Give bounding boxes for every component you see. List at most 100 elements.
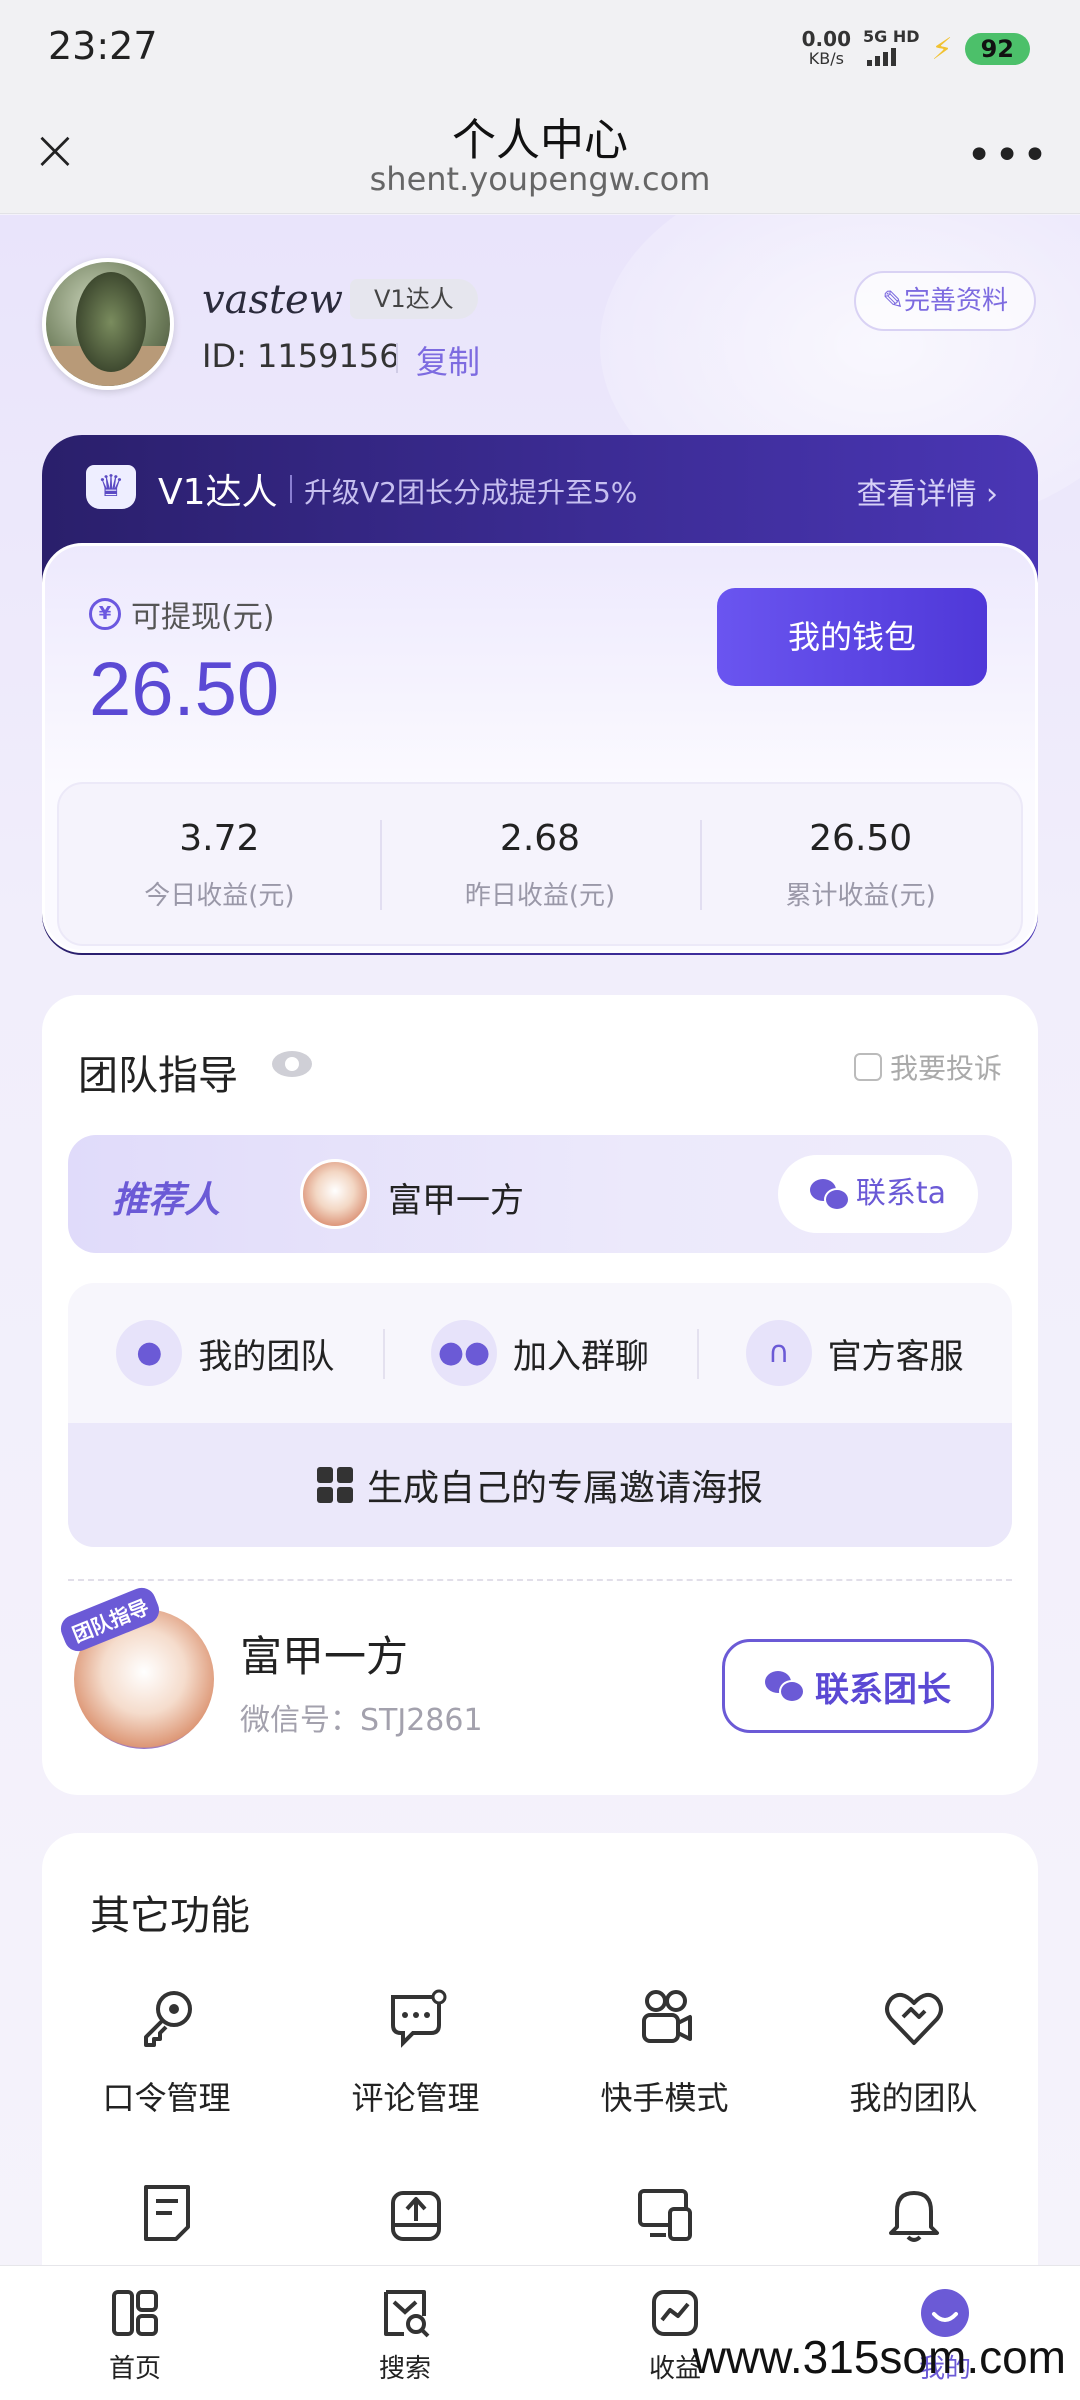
eye-icon[interactable] <box>272 1051 312 1077</box>
generate-poster-label: 生成自己的专属邀请海报 <box>366 1468 763 1509</box>
team-guide-title: 团队指导 <box>78 1053 238 1099</box>
complete-profile-label: 完善资料 <box>903 286 1008 316</box>
leader-avatar: 团队指导 <box>56 1583 230 1765</box>
coin-icon: ¥ <box>89 598 121 630</box>
view-details-link[interactable]: 查看详情 › <box>856 469 998 513</box>
action-label: 官方客服 <box>827 1336 964 1377</box>
func-notifications[interactable] <box>789 2179 1038 2249</box>
other-functions-title: 其它功能 <box>90 1893 250 1939</box>
stat-value: 3.72 <box>179 818 260 859</box>
func-document[interactable] <box>42 2179 291 2249</box>
wechat-icon: ●● <box>431 1320 497 1386</box>
withdrawable-label: ¥ 可提现(元) <box>89 592 274 636</box>
func-kuaishou-mode[interactable]: 快手模式 <box>540 1983 789 2119</box>
dashed-divider <box>68 1579 1012 1581</box>
vip-card: ♛ V1达人 升级V2团长分成提升至5% 查看详情 › ¥ 可提现(元) 26.… <box>42 435 1038 955</box>
tab-search[interactable]: 搜索 <box>270 2266 540 2400</box>
camera-icon <box>630 1983 700 2053</box>
func-my-team[interactable]: 我的团队 <box>789 1983 1038 2119</box>
function-grid: 口令管理 评论管理 快手模式 我的团队 <box>42 1983 1038 2249</box>
my-wallet-button[interactable]: 我的钱包 <box>717 588 987 686</box>
func-label: 口令管理 <box>102 2079 231 2117</box>
stat-label: 累计收益(元) <box>785 881 936 911</box>
stat-label: 昨日收益(元) <box>464 881 616 911</box>
report-icon <box>853 1053 882 1081</box>
func-upload[interactable] <box>291 2179 540 2249</box>
stat-total: 26.50 累计收益(元) <box>700 784 1021 944</box>
join-group-action[interactable]: ●● 加入群聊 <box>382 1283 698 1423</box>
wechat-icon <box>765 1671 805 1703</box>
net-speed-unit: KB/s <box>808 49 844 68</box>
complete-profile-button[interactable]: ✎完善资料 <box>854 271 1036 331</box>
referrer-avatar <box>300 1159 370 1229</box>
generate-poster-button[interactable]: 生成自己的专属邀请海报 <box>68 1423 1012 1547</box>
network-label: 5G HD <box>863 27 920 46</box>
more-icon[interactable]: ••• <box>966 130 1050 181</box>
contact-leader-label: 联系团长 <box>815 1669 951 1710</box>
devices-icon <box>630 2179 700 2249</box>
upload-icon <box>381 2179 451 2249</box>
watermark: www.315som.com <box>692 2331 1066 2383</box>
vip-header[interactable]: ♛ V1达人 升级V2团长分成提升至5% 查看详情 › <box>42 435 1038 545</box>
my-team-action[interactable]: ● 我的团队 <box>68 1283 383 1423</box>
user-id: ID: 1159156 <box>202 337 400 375</box>
func-devices[interactable] <box>540 2179 789 2249</box>
net-speed-value: 0.00 <box>801 27 851 51</box>
avatar[interactable] <box>42 258 174 390</box>
document-icon <box>132 2179 202 2249</box>
stat-value: 26.50 <box>809 818 913 859</box>
referrer-name: 富甲一方 <box>388 1181 524 1221</box>
vip-description: 升级V2团长分成提升至5% <box>304 476 638 509</box>
withdrawable-amount: 26.50 <box>89 647 280 732</box>
referrer-bar: 推荐人 富甲一方 联系ta <box>68 1135 1012 1253</box>
tab-label: 搜索 <box>378 2354 431 2384</box>
other-functions-card: 其它功能 口令管理 评论管理 快手模式 我的团队 <box>42 1833 1038 2265</box>
net-speed: 0.00 KB/s <box>802 29 851 69</box>
func-password-manage[interactable]: 口令管理 <box>42 1983 291 2119</box>
stat-yesterday: 2.68 昨日收益(元) <box>379 784 701 944</box>
func-label: 快手模式 <box>600 2079 729 2117</box>
heart-icon <box>879 1983 949 2053</box>
copy-id-button[interactable]: 复制 <box>416 337 480 383</box>
page-url: shent.youpengw.com <box>369 160 711 198</box>
customer-service-action[interactable]: ∩ 官方客服 <box>697 1283 1012 1423</box>
func-label: 评论管理 <box>351 2079 480 2117</box>
team-guide-card: 团队指导 我要投诉 推荐人 富甲一方 联系ta ● 我的团队 ●● 加入群聊 ∩… <box>42 995 1038 1795</box>
stat-today: 3.72 今日收益(元) <box>59 784 380 944</box>
nav-bar: × 个人中心 shent.youpengw.com ••• <box>0 100 1080 214</box>
team-actions: ● 我的团队 ●● 加入群聊 ∩ 官方客服 生成自己的专属邀请海报 <box>68 1283 1012 1547</box>
status-time: 23:27 <box>48 24 158 68</box>
tab-home[interactable]: 首页 <box>0 2266 270 2400</box>
battery-indicator: 92 <box>964 33 1030 65</box>
status-bar: 23:27 0.00 KB/s 5G HD ⚡ 92 <box>0 0 1080 100</box>
contact-leader-button[interactable]: 联系团长 <box>722 1639 994 1733</box>
diamond-icon: ♛ <box>86 465 136 509</box>
func-comment-manage[interactable]: 评论管理 <box>291 1983 540 2119</box>
complain-label: 我要投诉 <box>889 1052 1002 1085</box>
stat-value: 2.68 <box>499 818 581 859</box>
leader-name: 富甲一方 <box>240 1632 409 1681</box>
status-icons: 0.00 KB/s 5G HD ⚡ 92 <box>802 28 1030 70</box>
referrer-label: 推荐人 <box>112 1180 221 1221</box>
withdrawable-label-text: 可提现(元) <box>131 600 275 635</box>
wechat-icon <box>809 1179 850 1211</box>
page-content: vastew V1达人 ID: 1159156 复制 ✎完善资料 ♛ V1达人 … <box>0 215 1080 2265</box>
user-icon: ● <box>116 1320 183 1386</box>
bell-icon <box>879 2179 949 2249</box>
contact-referrer-button[interactable]: 联系ta <box>777 1155 978 1233</box>
action-label: 加入群聊 <box>513 1336 649 1377</box>
comment-icon <box>381 1983 451 2053</box>
complain-button[interactable]: 我要投诉 <box>853 1047 1002 1087</box>
stat-label: 今日收益(元) <box>144 881 295 911</box>
qr-code-icon <box>316 1467 353 1503</box>
edit-icon: ✎ <box>882 286 904 316</box>
tab-label: 首页 <box>108 2354 161 2384</box>
contact-referrer-label: 联系ta <box>855 1176 946 1211</box>
func-label: 我的团队 <box>849 2079 978 2117</box>
signal-icon: 5G HD <box>863 28 920 70</box>
key-icon <box>132 1983 202 2053</box>
vip-title: V1达人 <box>158 472 278 513</box>
wallet-panel: ¥ 可提现(元) 26.50 我的钱包 3.72 今日收益(元) 2.68 昨日… <box>42 543 1038 953</box>
leader-wechat-id: 微信号：STJ2861 <box>240 1703 483 1738</box>
action-label: 我的团队 <box>198 1336 335 1377</box>
